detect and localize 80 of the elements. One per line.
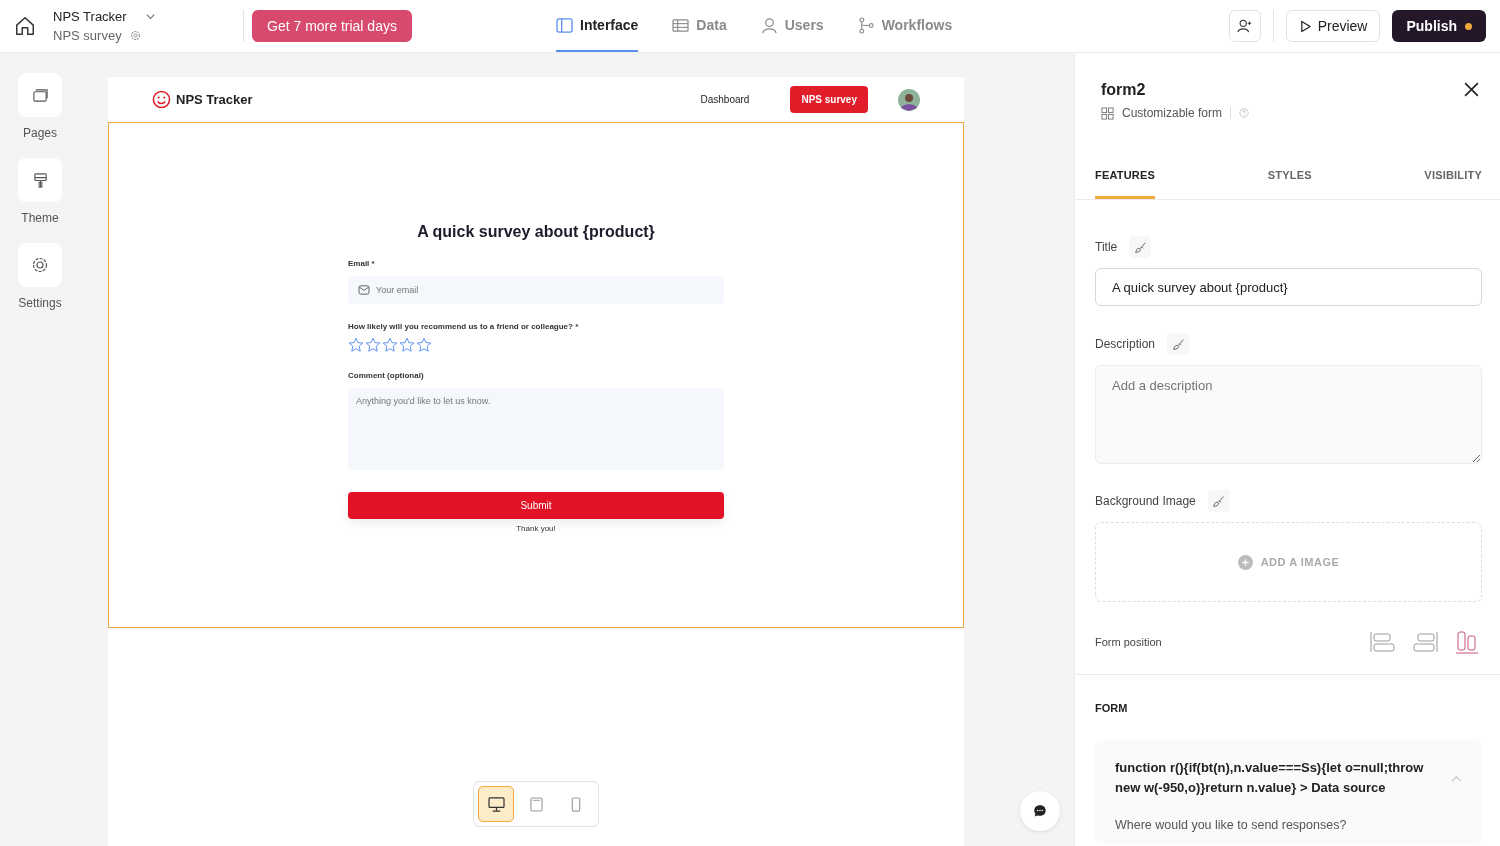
component-type: Customizable form (1122, 106, 1223, 120)
field-label: Title (1095, 240, 1118, 254)
brush-icon (1212, 494, 1226, 508)
site-nav-link[interactable]: Dashboard (689, 86, 761, 113)
publish-button[interactable]: Publish (1392, 10, 1486, 42)
sidebar-label: Pages (23, 126, 57, 140)
phone-icon (571, 796, 581, 812)
add-user-button[interactable] (1228, 10, 1261, 42)
chat-button[interactable] (1020, 791, 1060, 831)
style-button[interactable] (1167, 333, 1190, 355)
sidebar-button[interactable] (18, 243, 62, 287)
play-icon (1298, 19, 1312, 33)
description-input[interactable]: Add a description (1095, 365, 1482, 464)
sidebar-label: Theme (21, 211, 59, 225)
desktop-view-button[interactable] (478, 786, 514, 822)
field-label: Description (1095, 337, 1156, 351)
grid-icon (1101, 106, 1114, 120)
chat-icon (1033, 804, 1047, 818)
align-left-icon (1370, 631, 1396, 653)
sidebar-button[interactable] (18, 73, 62, 117)
layout-icon (556, 17, 573, 33)
title-input[interactable]: A quick survey about {product} (1095, 268, 1482, 306)
star-icon[interactable] (399, 337, 415, 353)
tablet-icon (529, 796, 543, 812)
settings-icon (31, 256, 49, 274)
collapse-icon[interactable] (1451, 774, 1462, 782)
table-icon (672, 17, 690, 33)
nav-tab[interactable]: Workflows (857, 0, 953, 52)
close-icon[interactable] (1463, 81, 1480, 98)
brush-icon (1171, 337, 1185, 351)
star-icon[interactable] (365, 337, 381, 353)
star-icon[interactable] (416, 337, 432, 353)
align-right-icon (1412, 631, 1438, 653)
user-icon (760, 16, 778, 34)
panel-tab[interactable]: STYLES (1267, 153, 1312, 199)
field-label: Email * (348, 259, 376, 268)
submit-button[interactable]: Submit (348, 492, 724, 519)
section-heading: FORM (1095, 702, 1129, 714)
success-message: Thank you! (515, 524, 557, 533)
paint-roller-icon (31, 171, 49, 189)
monitor-icon (487, 796, 505, 812)
branch-icon (857, 16, 875, 34)
site-nav-link[interactable]: NPS survey (790, 86, 868, 113)
home-icon[interactable] (14, 15, 36, 37)
settings-icon[interactable] (129, 30, 141, 41)
panel-title: form2 (1101, 81, 1147, 99)
app-name: NPS Tracker (53, 9, 127, 24)
page-name: NPS survey (53, 28, 122, 43)
form-title: A quick survey about {product} (416, 223, 656, 241)
avatar[interactable] (898, 88, 920, 111)
sidebar-label: Settings (18, 296, 62, 310)
trial-button[interactable]: Get 7 more trial days (252, 10, 412, 42)
comment-field[interactable]: Anything you'd like to let us know. (348, 388, 724, 470)
style-button[interactable] (1129, 236, 1152, 258)
email-field[interactable]: Your email (348, 276, 724, 304)
field-label: Background Image (1095, 494, 1196, 508)
field-label: Comment (optional) (348, 371, 425, 380)
star-icon[interactable] (348, 337, 364, 353)
panel-tab[interactable]: FEATURES (1095, 153, 1156, 199)
brush-icon (1133, 240, 1147, 254)
field-label: How likely will you recommend us to a friend or colleague? * (348, 322, 580, 331)
sidebar-button[interactable] (18, 158, 62, 202)
smiley-icon (152, 90, 171, 109)
data-source-question: Where would you like to send responses? (1115, 818, 1348, 832)
chevron-down-icon[interactable] (144, 11, 156, 22)
pages-icon (31, 86, 49, 104)
panel-tab[interactable]: VISIBILITY (1424, 153, 1482, 199)
form-block[interactable]: A quick survey about {product} Email * Your email How likely will you recommend us to a friend or colleague? * Comment (optional) Anything you'd like to let us know. Submit Thank you! (108, 122, 964, 628)
nav-tab[interactable]: Users (760, 0, 824, 52)
align-bottom-icon (1455, 630, 1479, 654)
preview-button[interactable]: Preview (1285, 10, 1381, 42)
add-user-icon (1236, 18, 1253, 34)
brand-name: NPS Tracker (176, 92, 253, 107)
star-icon[interactable] (382, 337, 398, 353)
plus-icon (1237, 554, 1253, 570)
nav-tab[interactable]: Data (672, 0, 727, 52)
style-button[interactable] (1207, 490, 1230, 512)
help-icon[interactable] (1239, 108, 1250, 118)
field-label: Form position (1095, 636, 1162, 648)
data-source-title: function r(){if(bt(n),n.value===Ss){let o=null;throw new w(-950,o)}return n.value} > Data source (1115, 759, 1425, 797)
